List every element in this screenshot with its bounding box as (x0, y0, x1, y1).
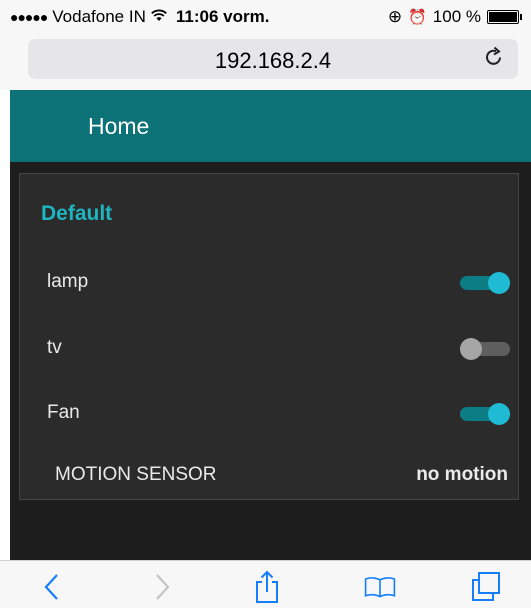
tv-toggle[interactable] (460, 338, 510, 360)
motion-sensor-row: MOTION SENSOR no motion (20, 456, 518, 496)
device-label: lamp (47, 271, 89, 292)
bookmarks-icon[interactable] (364, 571, 396, 603)
app-header: Home (10, 90, 531, 162)
panel-title: Default (41, 202, 113, 225)
toggle-knob (488, 272, 510, 294)
device-row-lamp: lamp (20, 262, 518, 302)
status-time: 11:06 vorm. (175, 7, 270, 26)
sensor-label: MOTION SENSOR (55, 464, 217, 485)
toggle-knob (488, 403, 510, 425)
device-label: tv (47, 337, 62, 358)
content-area: Default lamp tv Fan MOTION SENSOR no mot… (10, 162, 531, 560)
battery-percent: 100 % (432, 7, 481, 26)
alarm-icon: ⏰ (408, 9, 427, 26)
share-icon[interactable] (251, 570, 283, 603)
toggle-knob (460, 338, 482, 360)
browser-toolbar (0, 560, 531, 608)
back-icon[interactable] (36, 571, 68, 603)
wifi-icon (151, 7, 167, 27)
device-label: Fan (47, 402, 80, 423)
page-title[interactable]: Home (88, 113, 149, 140)
status-left: ●●●●● Vodafone IN 11:06 vorm. (10, 7, 269, 27)
tabs-icon[interactable] (470, 571, 502, 603)
reload-icon[interactable] (484, 45, 504, 73)
device-row-fan: Fan (20, 393, 518, 433)
lamp-toggle[interactable] (460, 272, 510, 294)
address-bar[interactable]: 192.168.2.4 (28, 39, 518, 79)
sensor-status: no motion (416, 464, 508, 485)
forward-icon[interactable] (146, 571, 178, 603)
url-text[interactable]: 192.168.2.4 (28, 48, 518, 74)
status-bar: ●●●●● Vodafone IN 11:06 vorm. ⊕ ⏰ 100 % (0, 0, 531, 34)
device-row-tv: tv (20, 328, 518, 368)
device-panel: Default lamp tv Fan MOTION SENSOR no mot… (19, 173, 519, 500)
rotation-lock-icon: ⊕ (387, 7, 403, 26)
battery-icon (487, 10, 522, 24)
browser-address-area: 192.168.2.4 (0, 34, 531, 90)
fan-toggle[interactable] (460, 403, 510, 425)
carrier-name: Vodafone IN (52, 7, 146, 26)
signal-strength-icon: ●●●●● (10, 9, 48, 25)
status-right: ⊕ ⏰ 100 % (387, 7, 522, 27)
